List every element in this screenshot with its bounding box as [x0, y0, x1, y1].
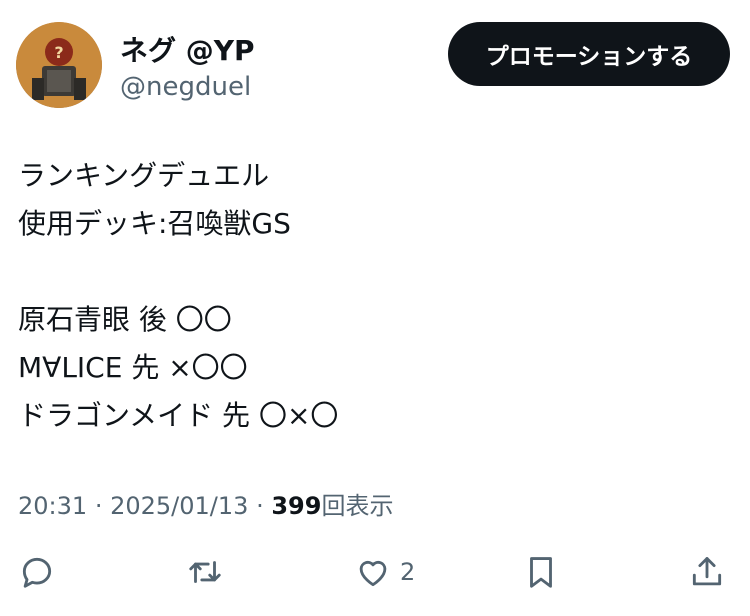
meta-separator: ·: [256, 492, 264, 520]
bookmark-button[interactable]: [522, 548, 560, 596]
promote-button[interactable]: プロモーションする: [448, 22, 730, 86]
display-name[interactable]: ネグ @YP: [120, 34, 255, 68]
share-button[interactable]: [688, 548, 726, 596]
reply-icon: [22, 557, 52, 588]
retweet-button[interactable]: [186, 548, 224, 596]
reply-button[interactable]: [18, 548, 56, 596]
like-button[interactable]: 2: [354, 548, 415, 596]
meta-separator: ·: [94, 492, 103, 520]
retweet-icon: [189, 561, 221, 583]
svg-text:?: ?: [54, 43, 63, 62]
heart-icon: [359, 560, 387, 587]
share-icon: [692, 557, 722, 586]
tweet-date[interactable]: 2025/01/13: [110, 492, 248, 520]
handle[interactable]: @negduel: [120, 70, 255, 104]
tweet-line: ドラゴンメイド 先 〇×〇: [18, 399, 339, 432]
views-count: 399: [271, 492, 322, 520]
like-count: 2: [400, 558, 416, 586]
tweet-actions: 2: [18, 548, 732, 596]
avatar-icon: ?: [16, 22, 102, 108]
tweet-text: ランキングデュエル 使用デッキ:召喚獣GS 原石青眼 後 〇〇 M∀LICE 先…: [18, 152, 728, 440]
tweet-line: M∀LICE 先 ×〇〇: [18, 351, 248, 384]
avatar[interactable]: ?: [16, 22, 102, 108]
tweet-line: 使用デッキ:召喚獣GS: [18, 207, 291, 240]
tweet-line: [18, 248, 728, 296]
tweet-time[interactable]: 20:31: [18, 492, 87, 520]
author-info: ネグ @YP @negduel: [120, 34, 255, 104]
tweet-header: ? ネグ @YP @negduel プロモーションする: [16, 22, 730, 114]
bookmark-icon: [530, 557, 552, 588]
tweet-line: 原石青眼 後 〇〇: [18, 303, 232, 336]
tweet-line: ランキングデュエル: [18, 159, 270, 192]
tweet-meta: 20:31 · 2025/01/13 · 399回表示: [18, 488, 393, 524]
views-label: 回表示: [321, 492, 394, 520]
